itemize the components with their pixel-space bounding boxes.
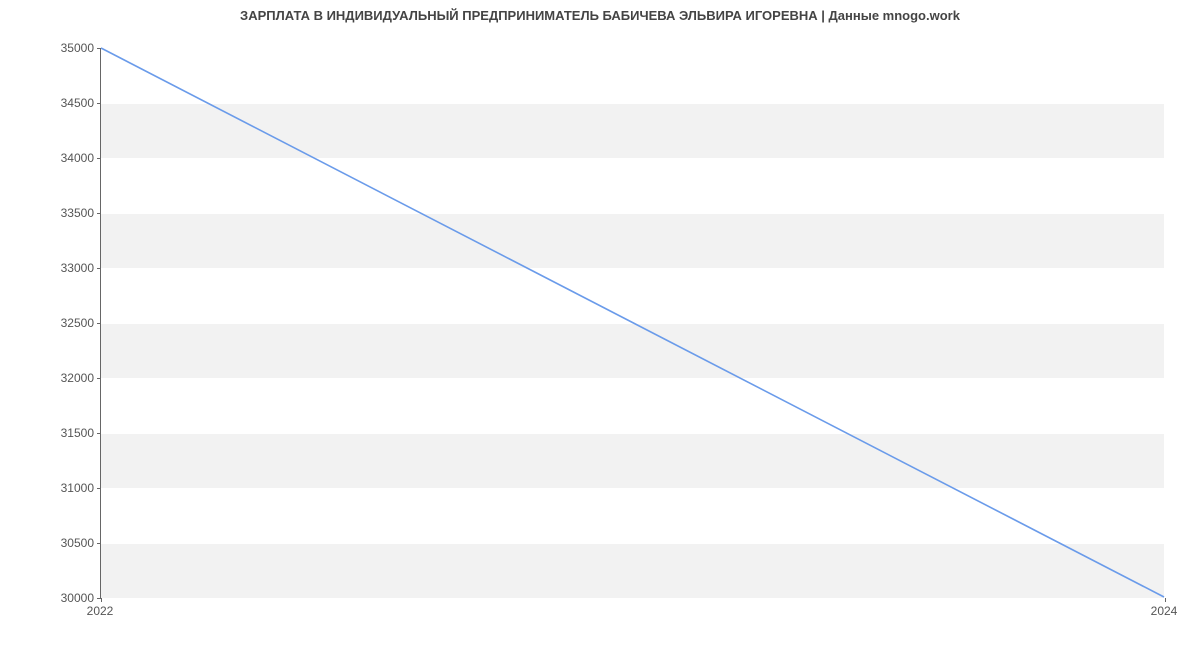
y-tick-label: 32500 [0, 316, 94, 330]
y-tick-mark [97, 103, 101, 104]
x-tick-label: 2024 [1151, 604, 1178, 618]
y-tick-label: 31000 [0, 481, 94, 495]
plot-area [100, 48, 1164, 598]
y-tick-mark [97, 323, 101, 324]
y-tick-label: 30000 [0, 591, 94, 605]
y-tick-mark [97, 543, 101, 544]
y-tick-mark [97, 48, 101, 49]
y-tick-mark [97, 488, 101, 489]
y-tick-label: 31500 [0, 426, 94, 440]
y-tick-mark [97, 158, 101, 159]
y-tick-label: 33500 [0, 206, 94, 220]
y-tick-label: 30500 [0, 536, 94, 550]
y-tick-mark [97, 213, 101, 214]
chart-title: ЗАРПЛАТА В ИНДИВИДУАЛЬНЫЙ ПРЕДПРИНИМАТЕЛ… [0, 8, 1200, 23]
y-tick-label: 34000 [0, 151, 94, 165]
x-tick-mark [101, 598, 102, 602]
line-series [101, 48, 1164, 597]
y-tick-label: 34500 [0, 96, 94, 110]
y-tick-label: 35000 [0, 41, 94, 55]
chart-container: ЗАРПЛАТА В ИНДИВИДУАЛЬНЫЙ ПРЕДПРИНИМАТЕЛ… [0, 0, 1200, 650]
y-tick-label: 33000 [0, 261, 94, 275]
y-tick-mark [97, 433, 101, 434]
y-tick-mark [97, 268, 101, 269]
y-tick-label: 32000 [0, 371, 94, 385]
x-tick-mark [1165, 598, 1166, 602]
y-tick-mark [97, 378, 101, 379]
x-tick-label: 2022 [87, 604, 114, 618]
